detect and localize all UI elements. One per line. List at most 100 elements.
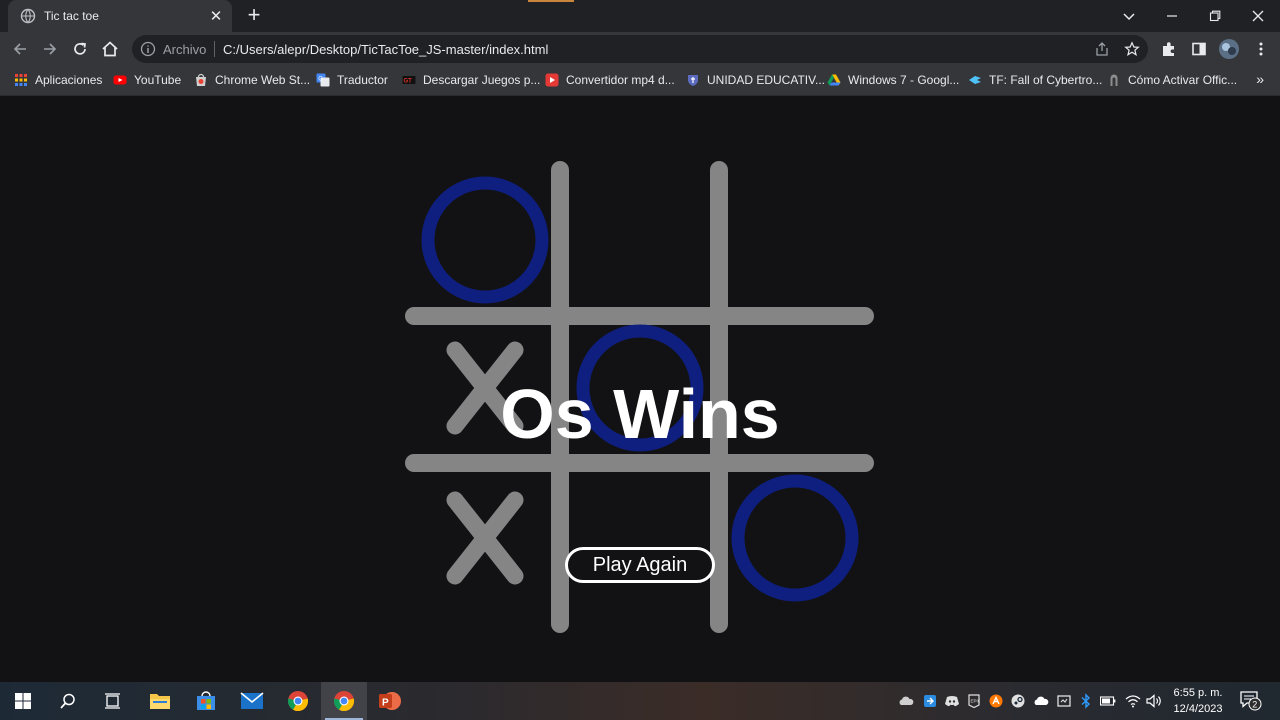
avatar [1219, 39, 1239, 59]
restore-button[interactable] [1195, 0, 1235, 32]
share-icon[interactable] [1094, 41, 1110, 57]
microsoft-store-button[interactable] [183, 682, 229, 720]
forward-button[interactable] [38, 37, 62, 61]
puzzle-icon [1163, 42, 1174, 56]
close-window-button[interactable] [1238, 0, 1278, 32]
board-cell-9[interactable] [725, 468, 865, 608]
board-cell-1[interactable] [415, 170, 555, 310]
profile-button[interactable] [1217, 37, 1241, 61]
arrow-right-icon [44, 43, 57, 55]
tray-device-button[interactable] [1056, 693, 1072, 709]
tray-avast-button[interactable] [988, 693, 1004, 709]
board-cell-7[interactable] [415, 468, 555, 608]
chrome-active-taskbar-button[interactable] [321, 682, 367, 720]
bookmark-windows-7-drive[interactable]: Windows 7 - Googl... [827, 72, 959, 88]
arrow-left-icon [13, 43, 26, 55]
bookmark-youtube[interactable]: YouTube [113, 72, 181, 88]
bookmark-tf-fall-of-cybertron[interactable]: TF: Fall of Cybertro... [968, 72, 1102, 88]
minimize-button[interactable] [1152, 0, 1192, 32]
epic-games-icon: EPIC [968, 694, 980, 708]
bookmark-label: Chrome Web St... [215, 73, 311, 87]
board-cell-8[interactable] [570, 468, 710, 608]
chrome-active-icon [333, 691, 355, 712]
tray-cloud-button[interactable] [1033, 693, 1049, 709]
url-text[interactable]: C:/Users/alepr/Desktop/TicTacToe_JS-mast… [223, 42, 548, 57]
reload-button[interactable] [68, 37, 92, 61]
bookmark-label: Aplicaciones [35, 73, 103, 87]
globe-icon [20, 8, 36, 24]
taskbar-clock[interactable]: 6:55 p. m. 12/4/2023 [1160, 685, 1236, 717]
board-cell-3[interactable] [725, 170, 865, 310]
info-icon[interactable] [140, 41, 156, 57]
bookmark-unidad-educativa[interactable]: UNIDAD EDUCATIV... [686, 72, 825, 88]
browser-toolbar: Archivo C:/Users/alepr/Desktop/TicTacToe… [0, 32, 1280, 66]
tray-onedrive-button[interactable] [898, 693, 914, 709]
tray-battery-button[interactable] [1100, 693, 1116, 709]
powerpoint-taskbar-button[interactable]: P [367, 682, 413, 720]
side-panel-button[interactable] [1187, 37, 1211, 61]
youtube-icon [113, 75, 127, 85]
play-again-button[interactable]: Play Again [565, 547, 715, 583]
cybertron-icon [969, 76, 981, 84]
minimize-icon [1167, 15, 1177, 17]
extensions-button[interactable] [1157, 37, 1181, 61]
menu-button[interactable] [1249, 37, 1273, 61]
task-view-icon [105, 693, 120, 709]
start-button[interactable] [0, 682, 46, 720]
notification-center-button[interactable]: 2 [1240, 691, 1262, 711]
tab-search-button[interactable] [1109, 0, 1149, 32]
more-bookmarks-button[interactable]: » [1256, 71, 1264, 87]
file-explorer-button[interactable] [137, 682, 183, 720]
svg-text:2: 2 [1252, 700, 1257, 710]
chrome-taskbar-button[interactable] [275, 682, 321, 720]
google-translate-icon: G [316, 73, 330, 87]
board-cell-2[interactable] [570, 170, 710, 310]
bookmark-descargar-juegos[interactable]: GT Descargar Juegos p... [402, 72, 540, 88]
side-panel-icon [1192, 42, 1206, 56]
clock-date: 12/4/2023 [1173, 703, 1223, 715]
avast-icon [989, 694, 1003, 708]
tab-close-icon[interactable]: ✕ [204, 7, 228, 25]
bookmark-star-icon[interactable] [1124, 41, 1140, 57]
tray-steam-button[interactable] [1010, 693, 1026, 709]
app-tray-icon [924, 695, 936, 707]
svg-text:G: G [318, 77, 323, 83]
address-divider [214, 41, 215, 57]
discord-icon [945, 696, 959, 707]
microsoft-store-icon [197, 691, 215, 710]
bookmark-convertidor[interactable]: Convertidor mp4 d... [545, 72, 675, 88]
tray-bluetooth-button[interactable] [1078, 693, 1094, 709]
taskbar: P EPIC 6:55 p. m. 12/4/2023 2 [0, 682, 1280, 720]
google-drive-icon [827, 74, 841, 86]
bookmark-aplicaciones[interactable]: Aplicaciones [14, 72, 102, 88]
tray-wifi-button[interactable] [1125, 693, 1141, 709]
apps-grid-icon [15, 74, 27, 86]
device-icon [1057, 695, 1071, 707]
taskbar-search-button[interactable] [45, 682, 91, 720]
bookmark-traductor[interactable]: G Traductor [316, 72, 388, 88]
reload-icon [74, 42, 86, 55]
restore-icon [1209, 10, 1221, 22]
close-icon [1252, 10, 1264, 22]
address-bar[interactable]: Archivo C:/Users/alepr/Desktop/TicTacToe… [132, 35, 1148, 63]
more-vertical-icon [1259, 42, 1263, 56]
tab-tic-tac-toe[interactable]: Tic tac toe ✕ [8, 0, 232, 32]
bookmark-chrome-web-store[interactable]: Chrome Web St... [194, 72, 310, 88]
converter-icon [545, 73, 559, 87]
bookmark-label: YouTube [134, 73, 182, 87]
tray-epic-games-button[interactable]: EPIC [966, 693, 982, 709]
bookmark-label: Windows 7 - Googl... [848, 73, 960, 87]
tray-discord-button[interactable] [944, 693, 960, 709]
window-accent [528, 0, 574, 2]
tray-app-button[interactable] [922, 693, 938, 709]
tab-strip: Tic tac toe ✕ + [0, 0, 1280, 32]
svg-text:P: P [382, 698, 389, 709]
new-tab-button[interactable]: + [243, 3, 265, 27]
security-label: Archivo [163, 42, 207, 57]
home-button[interactable] [98, 37, 122, 61]
task-view-button[interactable] [90, 682, 136, 720]
bookmark-como-activar-office[interactable]: Cómo Activar Offic... [1107, 72, 1237, 88]
game-page: Os Wins Play Again [0, 96, 1280, 682]
mail-button[interactable] [229, 682, 275, 720]
back-button[interactable] [8, 37, 32, 61]
